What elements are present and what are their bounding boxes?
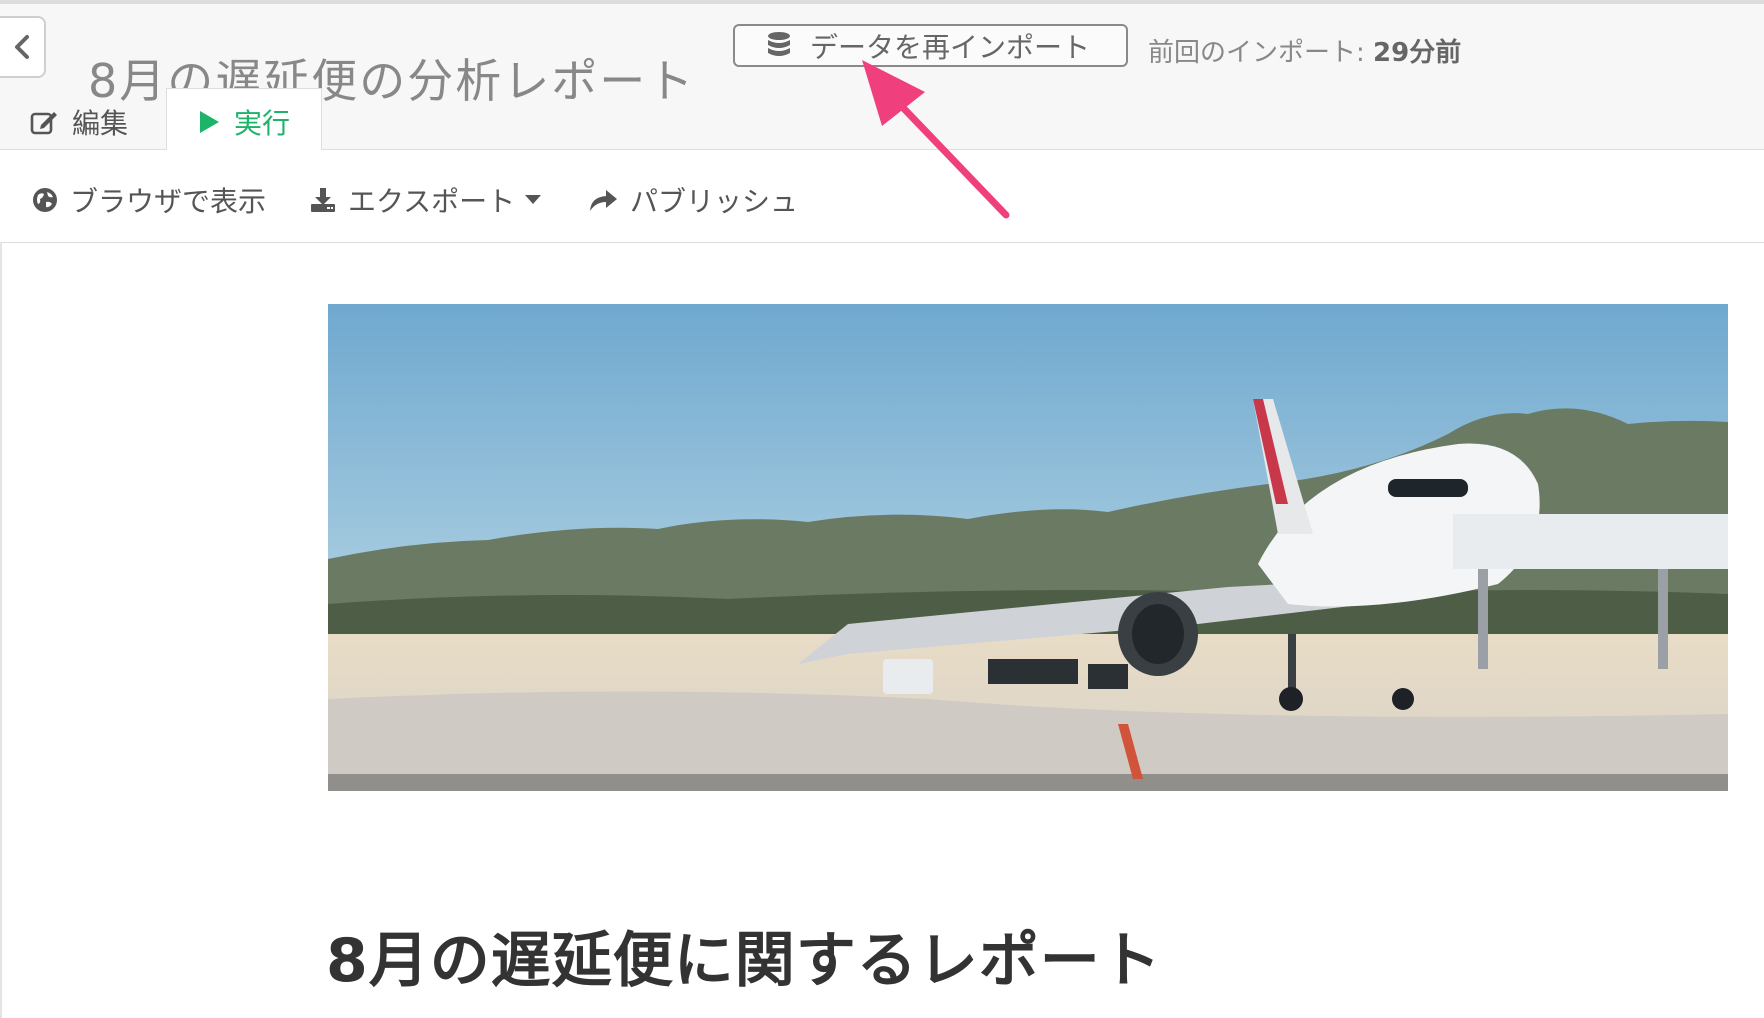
tab-run[interactable]: 実行 [166, 88, 322, 154]
last-import-value: 29分前 [1373, 38, 1462, 68]
view-in-browser-button[interactable]: ブラウザで表示 [32, 180, 266, 220]
publish-label: パブリッシュ [630, 185, 799, 218]
last-import-status: 前回のインポート: 29分前 [1148, 32, 1461, 69]
report-toolbar: ブラウザで表示 エクスポート パブリッシュ [0, 150, 1764, 243]
reimport-data-button[interactable]: データを再インポート [733, 24, 1128, 67]
database-icon [768, 31, 790, 56]
back-button[interactable] [0, 16, 46, 78]
globe-icon [33, 188, 57, 212]
tab-edit-label: 編集 [72, 107, 129, 140]
download-icon [311, 188, 335, 212]
reimport-label: データを再インポート [810, 30, 1091, 64]
export-label: エクスポート [348, 185, 516, 218]
last-import-label: 前回のインポート: [1148, 38, 1374, 68]
view-in-browser-label: ブラウザで表示 [70, 185, 267, 218]
export-dropdown-button[interactable]: エクスポート [310, 180, 542, 220]
chevron-left-icon [15, 35, 29, 59]
edit-icon [30, 112, 57, 135]
report-heading: 8月の遅延便に関するレポート [326, 926, 1162, 996]
content-left-border [0, 242, 2, 1018]
tab-edit[interactable]: 編集 [30, 102, 128, 142]
airplane-at-airport-photo [328, 304, 1728, 791]
publish-button[interactable]: パブリッシュ [588, 180, 798, 220]
play-icon [199, 110, 219, 133]
caret-down-icon [525, 195, 542, 204]
share-arrow-icon [590, 190, 617, 211]
tab-run-label: 実行 [233, 106, 290, 140]
report-header: 8月の遅延便の分析レポート データを再インポート 前回のインポート: 29分前 … [0, 4, 1764, 154]
